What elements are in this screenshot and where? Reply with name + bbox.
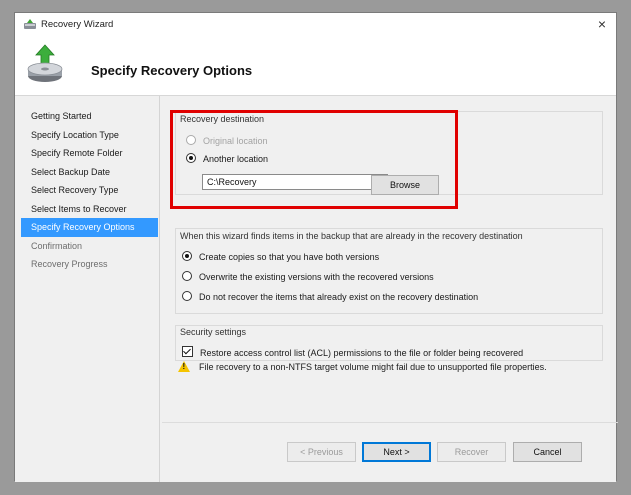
recovery-wizard-window: Recovery Wizard × Specify Recovery Optio… — [14, 12, 618, 482]
another-location-radio[interactable] — [186, 153, 196, 163]
original-location-option: Original location — [186, 135, 268, 146]
previous-button: < Previous — [287, 442, 356, 462]
overwrite-label: Overwrite the existing versions with the… — [199, 272, 434, 282]
original-location-label: Original location — [203, 136, 268, 146]
recover-button: Recover — [437, 442, 506, 462]
nav-item-getting-started[interactable]: Getting Started — [15, 107, 159, 126]
another-location-option[interactable]: Another location — [186, 153, 268, 164]
wizard-content: Getting Started Specify Location Type Sp… — [15, 96, 618, 482]
ntfs-warning: File recovery to a non-NTFS target volum… — [178, 361, 547, 372]
cancel-button[interactable]: Cancel — [513, 442, 582, 462]
title-bar: Recovery Wizard × — [15, 13, 616, 37]
step-navigation: Getting Started Specify Location Type Sp… — [15, 96, 160, 482]
skip-existing-radio[interactable] — [182, 291, 192, 301]
backup-app-icon — [24, 19, 36, 29]
warning-text: File recovery to a non-NTFS target volum… — [199, 362, 547, 372]
security-settings-group: Security settings Restore access control… — [175, 325, 603, 361]
overwrite-radio[interactable] — [182, 271, 192, 281]
nav-item-confirmation: Confirmation — [31, 240, 83, 251]
security-settings-title: Security settings — [180, 327, 247, 337]
nav-item-specify-location-type[interactable]: Specify Location Type — [15, 126, 159, 145]
create-copies-label: Create copies so that you have both vers… — [199, 252, 380, 262]
acl-option[interactable]: Restore access control list (ACL) permis… — [182, 346, 523, 358]
overwrite-option[interactable]: Overwrite the existing versions with the… — [182, 271, 434, 282]
nav-item-specify-recovery-options[interactable]: Specify Recovery Options — [21, 218, 158, 237]
browse-button[interactable]: Browse — [371, 175, 439, 195]
warning-icon — [178, 361, 190, 372]
wizard-header: Specify Recovery Options — [15, 37, 616, 96]
close-button[interactable]: × — [598, 16, 606, 32]
nav-item-select-items-to-recover[interactable]: Select Items to Recover — [15, 200, 159, 219]
recovery-destination-title: Recovery destination — [180, 114, 265, 124]
nav-item-recovery-progress: Recovery Progress — [31, 259, 108, 269]
recovery-path-input[interactable] — [202, 174, 388, 190]
acl-checkbox[interactable] — [182, 346, 193, 357]
skip-existing-label: Do not recover the items that already ex… — [199, 292, 479, 302]
conflict-options-group: When this wizard finds items in the back… — [175, 228, 603, 314]
original-location-radio — [186, 135, 196, 145]
conflict-options-title: When this wizard finds items in the back… — [180, 231, 523, 241]
skip-existing-option[interactable]: Do not recover the items that already ex… — [182, 291, 478, 302]
create-copies-option[interactable]: Create copies so that you have both vers… — [182, 251, 379, 262]
window-title: Recovery Wizard — [41, 19, 114, 30]
nav-item-select-recovery-type[interactable]: Select Recovery Type — [15, 181, 159, 200]
acl-label: Restore access control list (ACL) permis… — [200, 348, 524, 358]
footer-divider — [162, 422, 618, 423]
nav-item-select-backup-date[interactable]: Select Backup Date — [15, 163, 159, 182]
next-button[interactable]: Next > — [362, 442, 431, 462]
create-copies-radio[interactable] — [182, 251, 192, 261]
recovery-drive-icon — [27, 44, 63, 82]
page-title: Specify Recovery Options — [91, 63, 253, 78]
another-location-label: Another location — [203, 154, 269, 164]
nav-item-specify-remote-folder[interactable]: Specify Remote Folder — [15, 144, 159, 163]
